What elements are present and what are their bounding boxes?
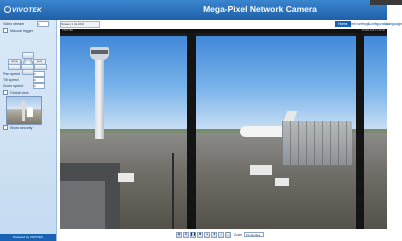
- global-view-row[interactable]: Global view: [3, 90, 29, 95]
- manual-trigger-checkbox[interactable]: [3, 28, 8, 33]
- logo-text: VIVOTEK: [12, 7, 42, 14]
- thumbnail-pillar: [22, 101, 25, 121]
- vivotek-logo: VIVOTEK: [4, 6, 42, 14]
- talk-icon[interactable]: ♪: [218, 231, 224, 238]
- left-control-panel: Video stream 1 Manual trigger Home Auto …: [0, 20, 57, 241]
- snapshot-icon[interactable]: ◉: [176, 231, 182, 238]
- global-view-checkbox[interactable]: [3, 90, 8, 95]
- video-sky: [60, 33, 387, 133]
- digital-zoom-icon[interactable]: ⊕: [183, 231, 189, 238]
- pan-speed-label: Pan speed: [3, 72, 21, 76]
- page-title: Mega-Pixel Network Camera: [203, 4, 317, 14]
- live-video-view[interactable]: [60, 33, 387, 229]
- focus-button[interactable]: [34, 64, 47, 70]
- global-view-label: Global view: [10, 91, 29, 95]
- video-control-toolbar: ◉ ⊕ ❚❚ ■ ● ◄ ♪ ▢ Zoom Fit window: [176, 231, 265, 238]
- panel-footer: Powered by VIVOTEK: [0, 234, 56, 241]
- window-frame-left: [187, 33, 196, 229]
- stream-selector[interactable]: Stream 1 (H.264): [60, 21, 100, 28]
- manual-trigger-label: Manual trigger: [10, 29, 33, 33]
- service-vehicle: [275, 178, 289, 186]
- record-icon[interactable]: ●: [204, 231, 210, 238]
- window-frame-top: [60, 33, 387, 36]
- fullscreen-icon[interactable]: ▢: [225, 231, 231, 238]
- show-security-row[interactable]: Show security: [3, 125, 32, 130]
- video-stream-select[interactable]: 1: [37, 21, 49, 27]
- window-frame-right: [356, 33, 364, 229]
- top-nav: Home Client settings Configuration Langu…: [335, 21, 402, 27]
- show-security-checkbox[interactable]: [3, 125, 8, 130]
- volume-icon[interactable]: ◄: [211, 231, 217, 238]
- zoom-speed-select[interactable]: 0: [33, 83, 45, 89]
- header-bar: VIVOTEK Mega-Pixel Network Camera: [0, 0, 387, 20]
- zoom-in-button[interactable]: [21, 64, 34, 70]
- tilt-speed-label: Tilt speed: [3, 78, 19, 82]
- zoom-select[interactable]: Fit window: [244, 232, 265, 237]
- zoom-speed-label: Zoom speed: [3, 84, 23, 88]
- show-security-label: Show security: [10, 126, 33, 130]
- window-corner-bar: [370, 0, 402, 5]
- zoom-label: Zoom: [234, 232, 243, 237]
- thumbnail-figure: [27, 107, 33, 117]
- control-tower-shaft: [95, 57, 104, 139]
- pause-icon[interactable]: ❚❚: [190, 231, 196, 238]
- logo-mark-icon: [4, 6, 11, 13]
- lamp-pole: [172, 153, 174, 229]
- jet-bridge-panels: [282, 121, 352, 165]
- service-vehicle: [118, 173, 134, 182]
- zoom-out-button[interactable]: [8, 64, 21, 70]
- control-tower-cab: [91, 50, 108, 54]
- service-vehicle: [250, 165, 272, 175]
- stop-icon[interactable]: ■: [197, 231, 203, 238]
- nav-language-link[interactable]: Language: [386, 21, 402, 27]
- video-stream-label: Video stream: [3, 22, 25, 26]
- foreground-building-lower: [60, 181, 105, 229]
- global-view-thumbnail[interactable]: [6, 96, 42, 125]
- nav-client-settings-link[interactable]: Client settings: [347, 21, 370, 27]
- manual-trigger-row[interactable]: Manual trigger: [3, 28, 33, 33]
